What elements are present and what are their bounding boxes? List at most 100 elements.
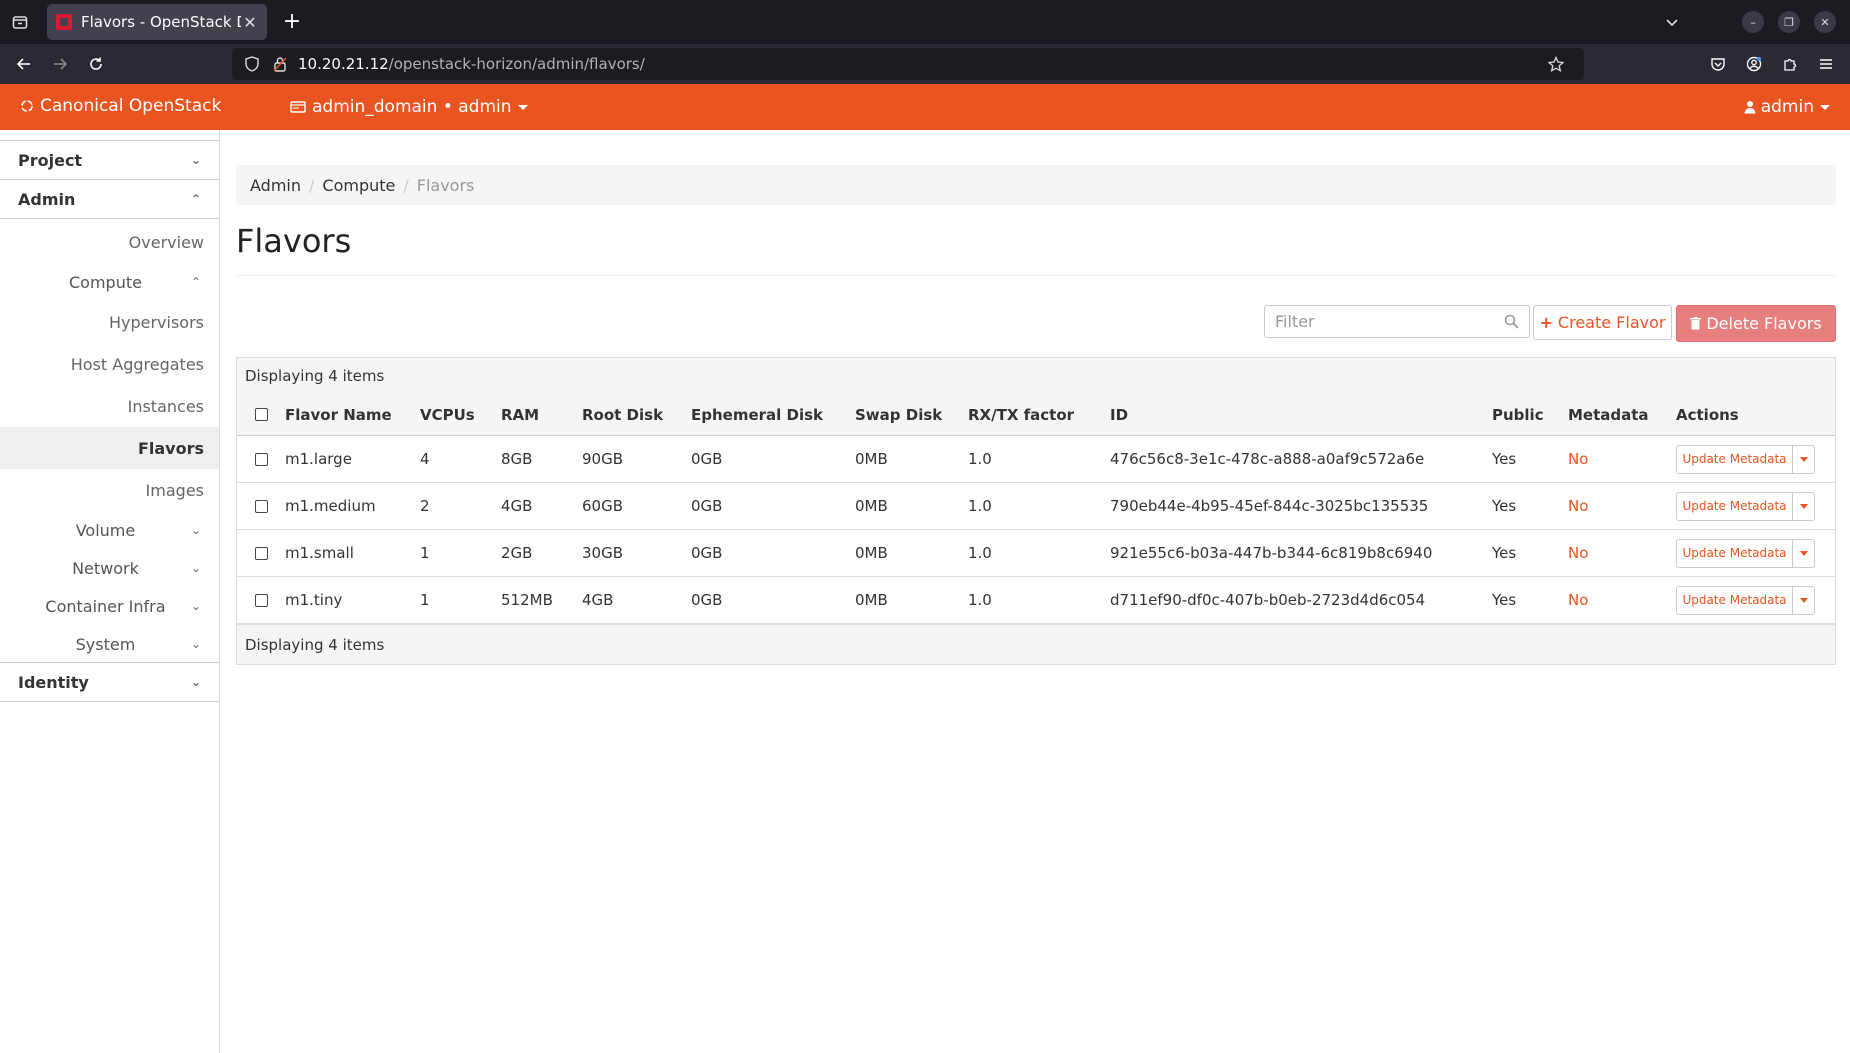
- column-header: Actions: [1676, 405, 1739, 424]
- ram-cell: 8GB: [501, 450, 533, 468]
- flavor-name: m1.small: [285, 544, 354, 562]
- sidebar-item-instances[interactable]: Instances: [0, 385, 219, 427]
- sidebar-panel-label: Project: [18, 150, 83, 170]
- column-header[interactable]: RX/TX factor: [968, 406, 1110, 424]
- update-metadata-button[interactable]: Update Metadata: [1676, 491, 1793, 521]
- row-actions-dropdown[interactable]: [1793, 538, 1815, 568]
- sidebar-item-flavors[interactable]: Flavors: [0, 427, 219, 469]
- flavor-id-cell: 476c56c8-3e1c-478c-a888-a0af9c572a6e: [1110, 450, 1425, 468]
- list-all-tabs-chevron-icon[interactable]: [1660, 10, 1684, 34]
- swap-disk-cell: 0MB: [855, 544, 888, 562]
- sidebar-group-network[interactable]: Network ⌄: [0, 549, 219, 587]
- extensions-puzzle-icon[interactable]: [1778, 52, 1802, 76]
- insecure-lock-icon[interactable]: [270, 54, 290, 74]
- sidebar-panel-admin[interactable]: Admin ⌃: [0, 179, 219, 219]
- page-title: Flavors: [236, 222, 352, 260]
- sidebar-item-images[interactable]: Images: [0, 469, 219, 511]
- sidebar: Project ⌄ Admin ⌃ Overview Compute ⌃ Hyp…: [0, 130, 220, 1053]
- flavor-name: m1.medium: [285, 497, 376, 515]
- tab-list-icon[interactable]: [8, 10, 32, 34]
- column-header[interactable]: ID: [1110, 406, 1492, 424]
- column-header[interactable]: VCPUs: [420, 406, 501, 424]
- minimize-window-icon[interactable]: –: [1742, 11, 1764, 33]
- column-header[interactable]: Metadata: [1568, 406, 1676, 424]
- sidebar-group-volume[interactable]: Volume ⌄: [0, 511, 219, 549]
- update-metadata-button[interactable]: Update Metadata: [1676, 585, 1793, 615]
- row-actions-dropdown[interactable]: [1793, 585, 1815, 615]
- select-all-checkbox[interactable]: [254, 408, 268, 421]
- restore-window-icon[interactable]: ❐: [1778, 11, 1800, 33]
- sidebar-item-label: Host Aggregates: [70, 354, 204, 374]
- ram-cell: 512MB: [501, 591, 553, 609]
- column-header[interactable]: Ephemeral Disk: [691, 406, 855, 424]
- sidebar-panel-project[interactable]: Project ⌄: [0, 140, 219, 180]
- breadcrumb-admin[interactable]: Admin: [250, 176, 301, 195]
- ephemeral-disk-cell: 0GB: [691, 544, 723, 562]
- column-header[interactable]: Root Disk: [582, 406, 691, 424]
- column-header[interactable]: Flavor Name: [285, 406, 420, 424]
- chevron-up-icon: ⌃: [190, 275, 201, 289]
- column-header[interactable]: Swap Disk: [855, 406, 968, 424]
- metadata-cell: No: [1568, 450, 1589, 468]
- hamburger-menu-icon[interactable]: [1814, 52, 1838, 76]
- reload-icon[interactable]: [84, 52, 108, 76]
- sidebar-panel-identity[interactable]: Identity ⌄: [0, 662, 219, 702]
- rxtx-factor-cell: 1.0: [968, 497, 992, 515]
- table-footer-count: Displaying 4 items: [237, 624, 1835, 664]
- column-header[interactable]: Public: [1492, 406, 1568, 424]
- update-metadata-button[interactable]: Update Metadata: [1676, 444, 1793, 474]
- sidebar-item-label: Overview: [128, 232, 204, 252]
- close-window-icon[interactable]: ✕: [1814, 11, 1836, 33]
- row-checkbox[interactable]: [254, 499, 268, 513]
- create-flavor-button[interactable]: + Create Flavor: [1533, 305, 1672, 340]
- ephemeral-disk-cell: 0GB: [691, 497, 723, 515]
- chevron-down-icon: ⌄: [190, 599, 201, 613]
- search-icon[interactable]: [1504, 314, 1519, 329]
- root-disk-cell: 30GB: [582, 544, 624, 562]
- account-icon[interactable]: [1742, 52, 1766, 76]
- brand-link[interactable]: Canonical OpenStack: [20, 96, 221, 116]
- new-tab-icon[interactable]: +: [278, 8, 306, 36]
- breadcrumb-compute[interactable]: Compute: [322, 176, 395, 195]
- filter-field[interactable]: [1264, 305, 1530, 338]
- flavor-name: m1.tiny: [285, 591, 343, 609]
- sidebar-item-host-aggregates[interactable]: Host Aggregates: [0, 343, 219, 385]
- domain-project-selector[interactable]: admin_domain • admin: [290, 97, 528, 117]
- sidebar-group-label: System: [75, 634, 136, 654]
- project-card-icon: [290, 101, 306, 113]
- table-header: Flavor Name VCPUs RAM Root Disk Ephemera…: [237, 394, 1835, 436]
- sidebar-group-compute[interactable]: Compute ⌃: [0, 263, 219, 301]
- sidebar-item-overview[interactable]: Overview: [0, 221, 219, 263]
- vcpus-cell: 1: [420, 591, 430, 609]
- row-checkbox[interactable]: [254, 452, 268, 466]
- delete-flavors-button[interactable]: Delete Flavors: [1676, 305, 1836, 342]
- row-checkbox[interactable]: [254, 593, 268, 607]
- row-checkbox[interactable]: [254, 546, 268, 560]
- tab-close-icon[interactable]: ✕: [241, 13, 259, 32]
- row-actions-dropdown[interactable]: [1793, 444, 1815, 474]
- filter-input[interactable]: [1275, 312, 1504, 331]
- back-icon[interactable]: [12, 52, 36, 76]
- forward-icon[interactable]: [48, 52, 72, 76]
- pocket-icon[interactable]: [1706, 52, 1730, 76]
- update-metadata-button[interactable]: Update Metadata: [1676, 538, 1793, 568]
- public-cell: Yes: [1492, 544, 1517, 562]
- sidebar-group-container-infra[interactable]: Container Infra ⌄: [0, 587, 219, 625]
- sidebar-group-label: Network: [72, 558, 139, 578]
- chevron-down-icon: ⌄: [190, 561, 201, 575]
- chevron-down-icon: ⌄: [190, 637, 201, 651]
- canonical-logo-icon: [21, 100, 33, 112]
- row-actions-dropdown[interactable]: [1793, 491, 1815, 521]
- column-header[interactable]: RAM: [501, 406, 582, 424]
- browser-tab-active[interactable]: Flavors - OpenStack Dash ✕: [47, 4, 267, 40]
- sidebar-group-system[interactable]: System ⌄: [0, 625, 219, 663]
- user-name: admin: [1760, 97, 1814, 117]
- bookmark-star-icon[interactable]: [1546, 54, 1566, 74]
- user-menu[interactable]: admin: [1744, 97, 1830, 117]
- rxtx-factor-cell: 1.0: [968, 544, 992, 562]
- swap-disk-cell: 0MB: [855, 497, 888, 515]
- sidebar-item-hypervisors[interactable]: Hypervisors: [0, 301, 219, 343]
- url-bar[interactable]: 10.20.21.12/openstack-horizon/admin/flav…: [232, 48, 1584, 80]
- table-actions: + Create Flavor Delete Flavors: [236, 305, 1836, 342]
- tracking-protection-shield-icon[interactable]: [242, 54, 262, 74]
